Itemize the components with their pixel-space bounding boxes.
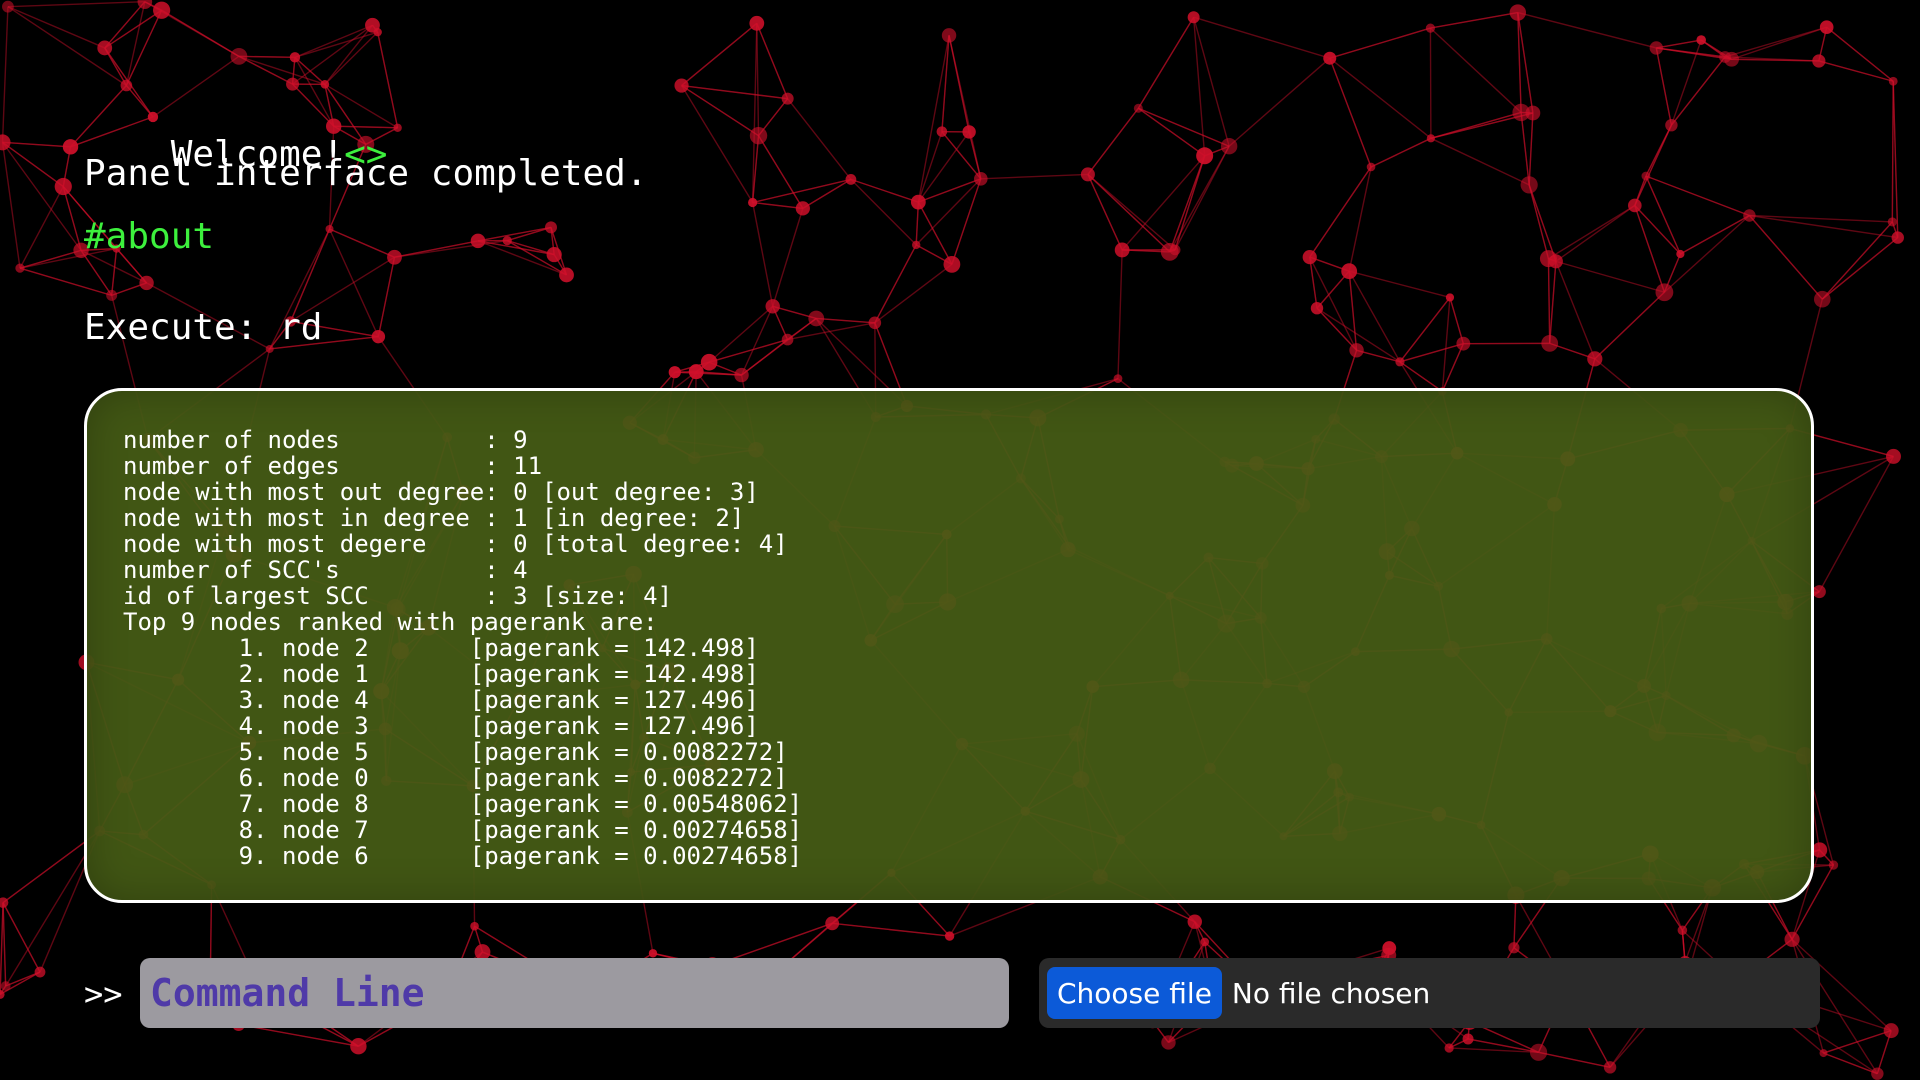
file-input[interactable]: Choose file No file chosen bbox=[1039, 958, 1820, 1028]
output-line: 7. node 8 [pagerank = 0.00548062] bbox=[238, 790, 803, 818]
choose-file-button[interactable]: Choose file bbox=[1047, 967, 1222, 1019]
output-line: Top 9 nodes ranked with pagerank are: bbox=[123, 608, 658, 636]
output-line: 5. node 5 [pagerank = 0.0082272] bbox=[238, 738, 788, 766]
about-link[interactable]: #about bbox=[84, 215, 214, 259]
output-line: node with most degere : 0 [total degree:… bbox=[123, 530, 788, 558]
command-line-input[interactable] bbox=[140, 958, 1009, 1028]
status-message: Panel interface completed. bbox=[84, 153, 648, 194]
output-line: number of SCC's : 4 bbox=[123, 556, 528, 584]
scrollbar[interactable] bbox=[1905, 0, 1920, 1080]
output-line: 6. node 0 [pagerank = 0.0082272] bbox=[238, 764, 788, 792]
output-line: 2. node 1 [pagerank = 142.498] bbox=[238, 660, 759, 688]
output-line: node with most out degree: 0 [out degree… bbox=[123, 478, 759, 506]
output-line: number of edges : 11 bbox=[123, 452, 543, 480]
output-line: 3. node 4 [pagerank = 127.496] bbox=[238, 686, 759, 714]
output-line: id of largest SCC : 3 [size: 4] bbox=[123, 582, 673, 610]
file-status: No file chosen bbox=[1231, 976, 1431, 1010]
output-line: number of nodes : 9 bbox=[123, 426, 528, 454]
output-text: number of nodes : 9 number of edges : 11… bbox=[123, 427, 802, 869]
execute-label: Execute: rd bbox=[84, 307, 323, 348]
output-line: 4. node 3 [pagerank = 127.496] bbox=[238, 712, 759, 740]
output-panel: number of nodes : 9 number of edges : 11… bbox=[84, 388, 1814, 903]
command-prompt: >> bbox=[84, 975, 123, 1013]
output-line: node with most in degree : 1 [in degree:… bbox=[123, 504, 745, 532]
output-line: 1. node 2 [pagerank = 142.498] bbox=[238, 634, 759, 662]
output-line: 9. node 6 [pagerank = 0.00274658] bbox=[238, 842, 803, 870]
output-line: 8. node 7 [pagerank = 0.00274658] bbox=[238, 816, 803, 844]
